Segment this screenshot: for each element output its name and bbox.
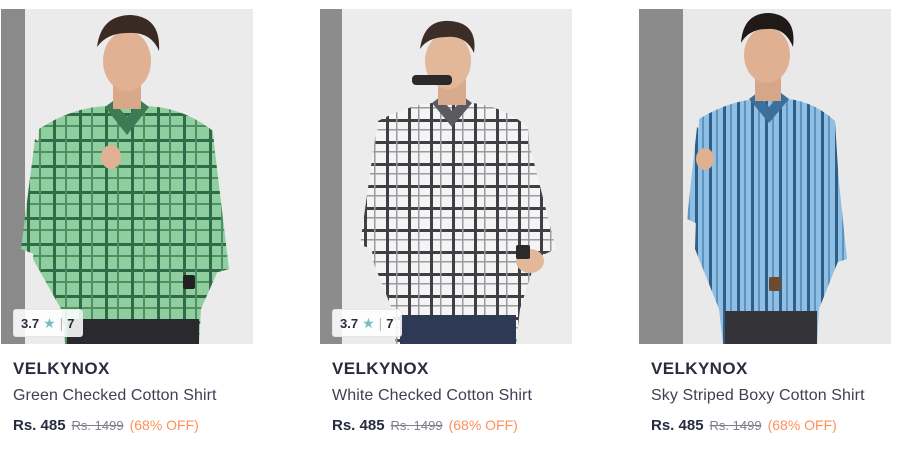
rating-badge: 3.7 ★ | 7 [332,309,402,337]
star-icon: ★ [43,315,56,331]
rating-count: 7 [67,315,75,331]
product-image[interactable]: 3.7 ★ | 7 [320,9,572,344]
product-image[interactable]: 3.7 ★ | 7 [1,9,253,344]
rating-value: 3.7 [340,315,359,331]
product-brand[interactable]: VELKYNOX [651,359,891,379]
price-row: Rs. 485 Rs. 1499 (68% OFF) [13,416,253,435]
price-row: Rs. 485 Rs. 1499 (68% OFF) [651,416,891,435]
product-card[interactable]: 3.7 ★ | 7 VELKYNOX White Checked Cotton … [320,9,572,435]
product-info[interactable]: VELKYNOX Sky Striped Boxy Cotton Shirt R… [639,344,891,435]
product-mrp: Rs. 1499 [390,418,443,433]
product-info[interactable]: VELKYNOX White Checked Cotton Shirt Rs. … [320,344,572,435]
product-card[interactable]: VELKYNOX Sky Striped Boxy Cotton Shirt R… [639,9,891,435]
green-checked-shirt-image [1,9,253,344]
rating-badge: 3.7 ★ | 7 [13,309,83,337]
product-discount: (68% OFF) [767,417,837,433]
rating-value: 3.7 [21,315,40,331]
product-card[interactable]: 3.7 ★ | 7 VELKYNOX Green Checked Cotton … [1,9,253,435]
product-price: Rs. 485 [332,417,385,434]
white-checked-shirt-image [320,9,572,344]
product-name[interactable]: White Checked Cotton Shirt [332,387,572,405]
product-mrp: Rs. 1499 [71,418,124,433]
product-grid: 3.7 ★ | 7 VELKYNOX Green Checked Cotton … [0,0,916,459]
rating-separator: | [59,315,64,331]
product-brand[interactable]: VELKYNOX [13,359,253,379]
product-name[interactable]: Green Checked Cotton Shirt [13,387,253,405]
rating-count: 7 [386,315,394,331]
product-brand[interactable]: VELKYNOX [332,359,572,379]
price-row: Rs. 485 Rs. 1499 (68% OFF) [332,416,572,435]
product-discount: (68% OFF) [129,417,199,433]
product-info[interactable]: VELKYNOX Green Checked Cotton Shirt Rs. … [1,344,253,435]
rating-separator: | [378,315,383,331]
star-icon: ★ [362,315,375,331]
product-name[interactable]: Sky Striped Boxy Cotton Shirt [651,387,891,405]
product-image[interactable] [639,9,891,344]
product-price: Rs. 485 [13,417,66,434]
product-price: Rs. 485 [651,417,704,434]
sky-striped-shirt-image [639,9,891,344]
product-mrp: Rs. 1499 [709,418,762,433]
product-discount: (68% OFF) [448,417,518,433]
